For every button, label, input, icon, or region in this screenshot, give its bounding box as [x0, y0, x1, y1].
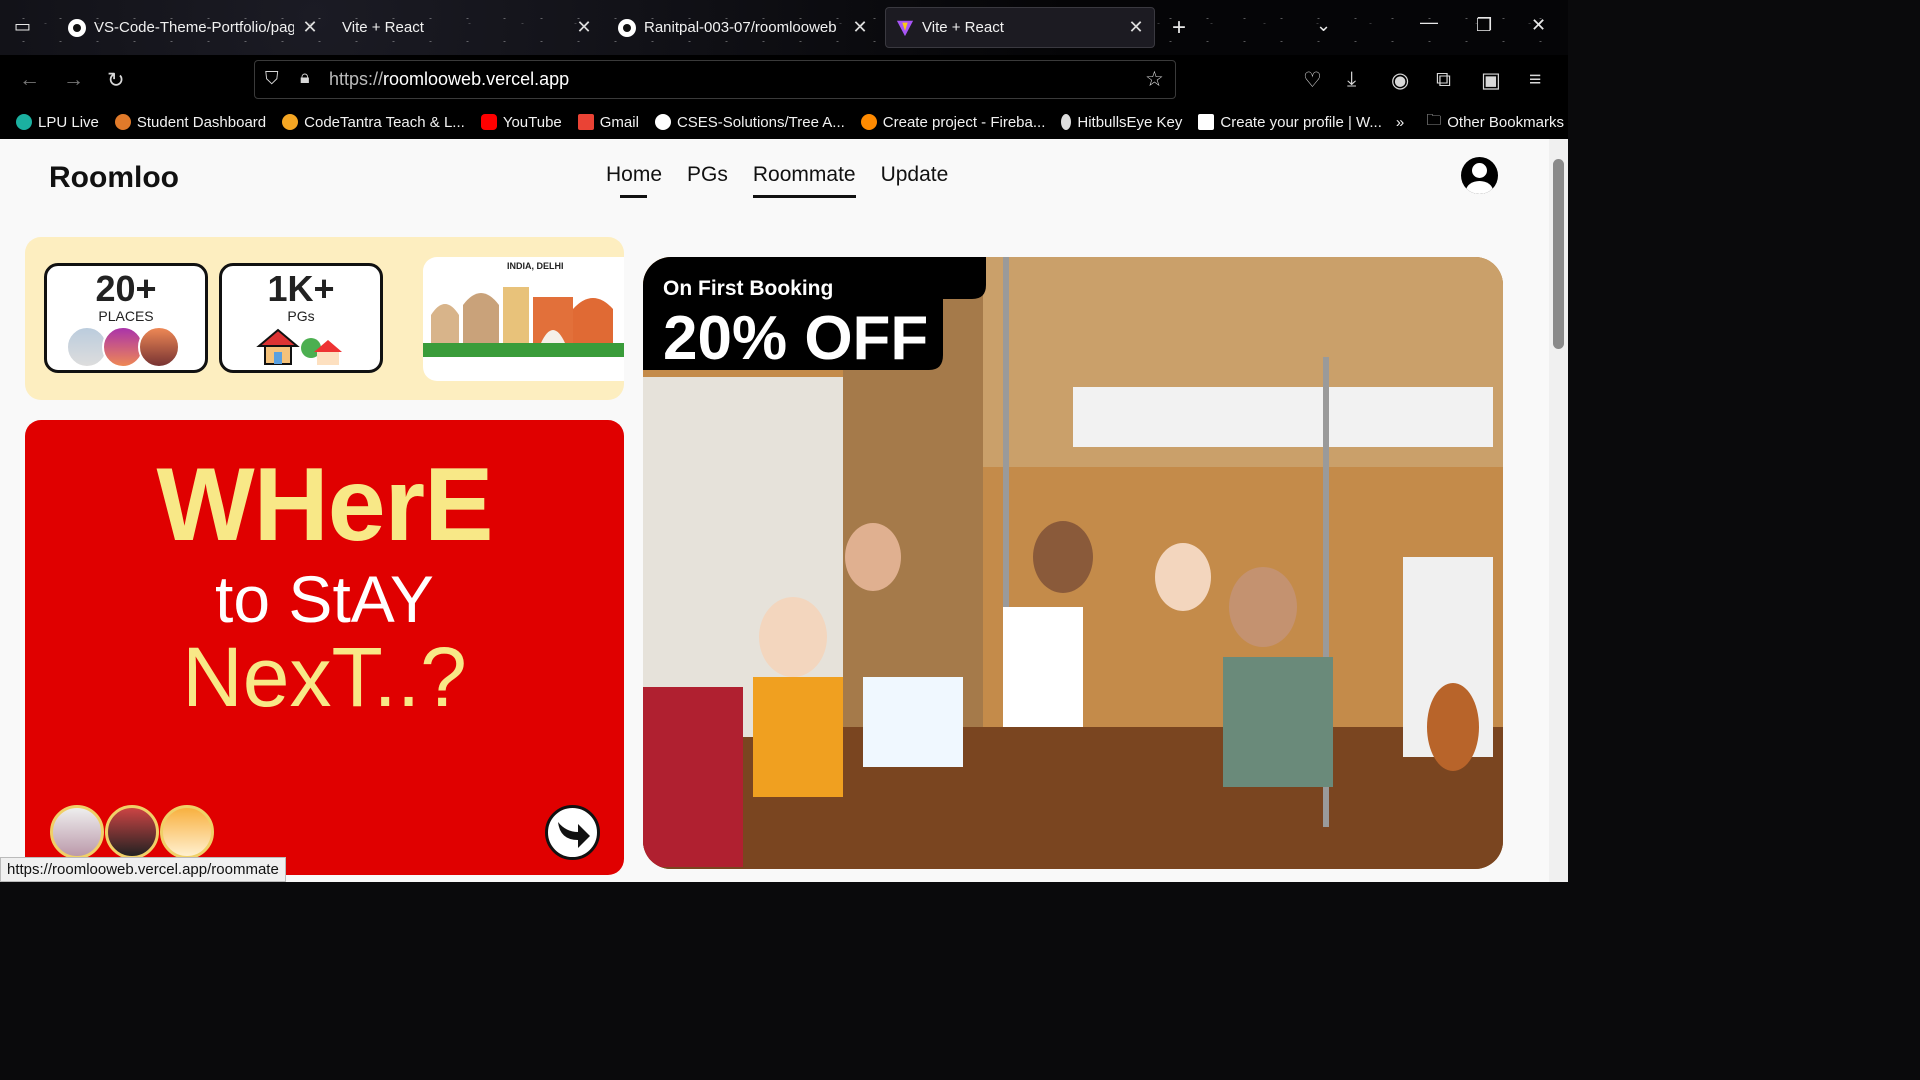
bookmarks-overflow-button[interactable]: »	[1396, 114, 1404, 131]
stat-pgs: 1K+ PGs	[219, 263, 383, 373]
bookmark-codetantra[interactable]: CodeTantra Teach & L...	[282, 114, 465, 131]
avatar	[50, 805, 104, 859]
minimize-button[interactable]: —	[1420, 12, 1438, 33]
avatar	[105, 805, 159, 859]
tab-roomlooweb-repo[interactable]: Ranitpal-003-07/roomlooweb ✕	[608, 7, 878, 48]
browser-tab-bar: ▭ VS-Code-Theme-Portfolio/page ✕ Vite + …	[0, 0, 1568, 55]
site-nav: Home PGs Roommate Update	[606, 163, 949, 198]
window-close-button[interactable]: ✕	[1531, 15, 1546, 36]
stat-value: 20+	[95, 268, 157, 309]
hostel-photo: On First Booking 20% OFF	[643, 257, 1503, 869]
hero-card[interactable]: WHerE to StAY NexT..?	[25, 420, 624, 875]
tab-title: Vite + React	[922, 19, 1004, 36]
hitbullseye-icon	[1061, 114, 1072, 130]
restore-button[interactable]: ❐	[1476, 15, 1492, 36]
url-text: https://roomlooweb.vercel.app	[329, 69, 570, 89]
github-icon	[654, 114, 671, 130]
monuments-image	[423, 287, 624, 357]
lock-icon[interactable]: 🔒︎	[300, 67, 310, 88]
stats-card: 20+ PLACES 1K+ PGs INDIA, DELHI	[25, 237, 624, 400]
dashboard-icon	[114, 114, 131, 130]
tab-vite-react-active[interactable]: Vite + React ✕	[885, 7, 1155, 48]
back-icon[interactable]: ←	[19, 68, 40, 92]
tab-title: Ranitpal-003-07/roomlooweb	[644, 19, 837, 36]
close-icon[interactable]: ✕	[302, 17, 318, 38]
promo-title: 20% OFF	[663, 304, 929, 373]
codetantra-icon	[282, 114, 299, 130]
bookmark-youtube[interactable]: YouTube	[480, 114, 562, 131]
nav-roommate[interactable]: Roommate	[752, 163, 856, 198]
site-brand[interactable]: Roomloo	[49, 161, 179, 195]
new-tab-button[interactable]: +	[1172, 14, 1186, 42]
promo-subtitle: On First Booking	[663, 277, 834, 300]
bookmark-gmail[interactable]: Gmail	[577, 114, 639, 131]
gmail-icon	[577, 114, 594, 130]
close-icon[interactable]: ✕	[852, 17, 868, 38]
scrollbar-thumb[interactable]	[1553, 159, 1564, 349]
hero-line-2: to StAY	[215, 562, 434, 636]
forward-icon[interactable]: →	[63, 68, 84, 92]
close-icon[interactable]: ✕	[1128, 17, 1144, 38]
tab-list-icon[interactable]: ▭	[14, 16, 31, 37]
bookmark-firebase[interactable]: Create project - Fireba...	[860, 114, 1045, 131]
city-tag: INDIA, DELHI	[507, 261, 564, 271]
nav-pgs[interactable]: PGs	[687, 163, 728, 187]
bookmarks-bar: LPU Live Student Dashboard CodeTantra Te…	[0, 105, 1568, 139]
bookmark-create-profile[interactable]: Create your profile | W...	[1198, 114, 1382, 131]
folder-icon: 🗀︎	[1426, 111, 1442, 129]
bookmark-cses[interactable]: CSES-Solutions/Tree A...	[654, 114, 845, 131]
address-bar[interactable]: ⛉ 🔒︎ https://roomlooweb.vercel.app ☆	[254, 60, 1176, 99]
page-viewport: Roomloo Home PGs Roommate Update 20+ PLA…	[0, 139, 1568, 882]
promo-badge: On First Booking 20% OFF	[643, 257, 986, 373]
tab-portfolio[interactable]: VS-Code-Theme-Portfolio/page ✕	[58, 7, 328, 48]
w-icon	[1198, 114, 1215, 130]
download-icon[interactable]: ⤓	[1347, 68, 1356, 92]
tab-title: Vite + React	[342, 19, 424, 36]
hero-line-3: NexT..?	[182, 630, 467, 724]
vite-icon	[896, 20, 914, 36]
tab-title: VS-Code-Theme-Portfolio/page	[94, 19, 294, 36]
houses-icon	[256, 328, 342, 365]
stat-label: PGs	[287, 308, 315, 324]
next-arrow-button[interactable]	[545, 805, 600, 860]
stat-value: 1K+	[267, 268, 335, 309]
nav-update[interactable]: Update	[881, 163, 949, 187]
feedback-icon[interactable]: ▣	[1481, 68, 1501, 93]
pocket-icon[interactable]: ♡	[1303, 68, 1322, 93]
profile-icon[interactable]	[1461, 157, 1498, 194]
double-chevron-icon: »	[1395, 113, 1405, 131]
reload-icon[interactable]: ↻	[107, 68, 125, 93]
delhi-illustration: INDIA, DELHI	[423, 257, 624, 381]
youtube-icon	[480, 114, 497, 130]
nav-home[interactable]: Home	[606, 163, 662, 198]
shield-icon[interactable]: ⛉	[265, 68, 279, 89]
place-thumb	[138, 326, 180, 368]
lpu-icon	[16, 114, 32, 130]
stat-places: 20+ PLACES	[44, 263, 208, 373]
other-bookmarks[interactable]: 🗀︎ Other Bookmarks	[1426, 110, 1564, 135]
github-icon	[68, 18, 86, 37]
menu-icon[interactable]: ≡	[1529, 68, 1541, 92]
chevron-down-icon[interactable]: ⌄	[1316, 15, 1331, 36]
curved-arrow-icon	[558, 822, 590, 848]
hero-line-1: WHerE	[156, 447, 494, 563]
browser-toolbar: ← → ↻ ⛉ 🔒︎ https://roomlooweb.vercel.app…	[0, 55, 1568, 105]
firebase-icon	[860, 114, 877, 130]
bookmark-student-dashboard[interactable]: Student Dashboard	[114, 114, 266, 131]
status-url-tooltip: https://roomlooweb.vercel.app/roommate	[0, 857, 286, 882]
stat-label: PLACES	[98, 308, 154, 324]
tab-vite-react-1[interactable]: Vite + React ✕	[332, 7, 602, 48]
avatar-group	[50, 805, 215, 859]
bookmark-lpu-live[interactable]: LPU Live	[16, 114, 99, 131]
page-scrollbar[interactable]	[1549, 139, 1568, 882]
bookmark-hitbullseye[interactable]: HitbullsEye Key	[1061, 114, 1182, 131]
close-icon[interactable]: ✕	[576, 17, 592, 38]
extensions-icon[interactable]: ⧉	[1436, 68, 1451, 92]
bookmark-star-icon[interactable]: ☆	[1145, 67, 1164, 92]
account-icon[interactable]: ◉	[1391, 68, 1409, 93]
github-icon	[618, 18, 636, 37]
place-thumbnails	[47, 326, 205, 368]
avatar	[160, 805, 214, 859]
